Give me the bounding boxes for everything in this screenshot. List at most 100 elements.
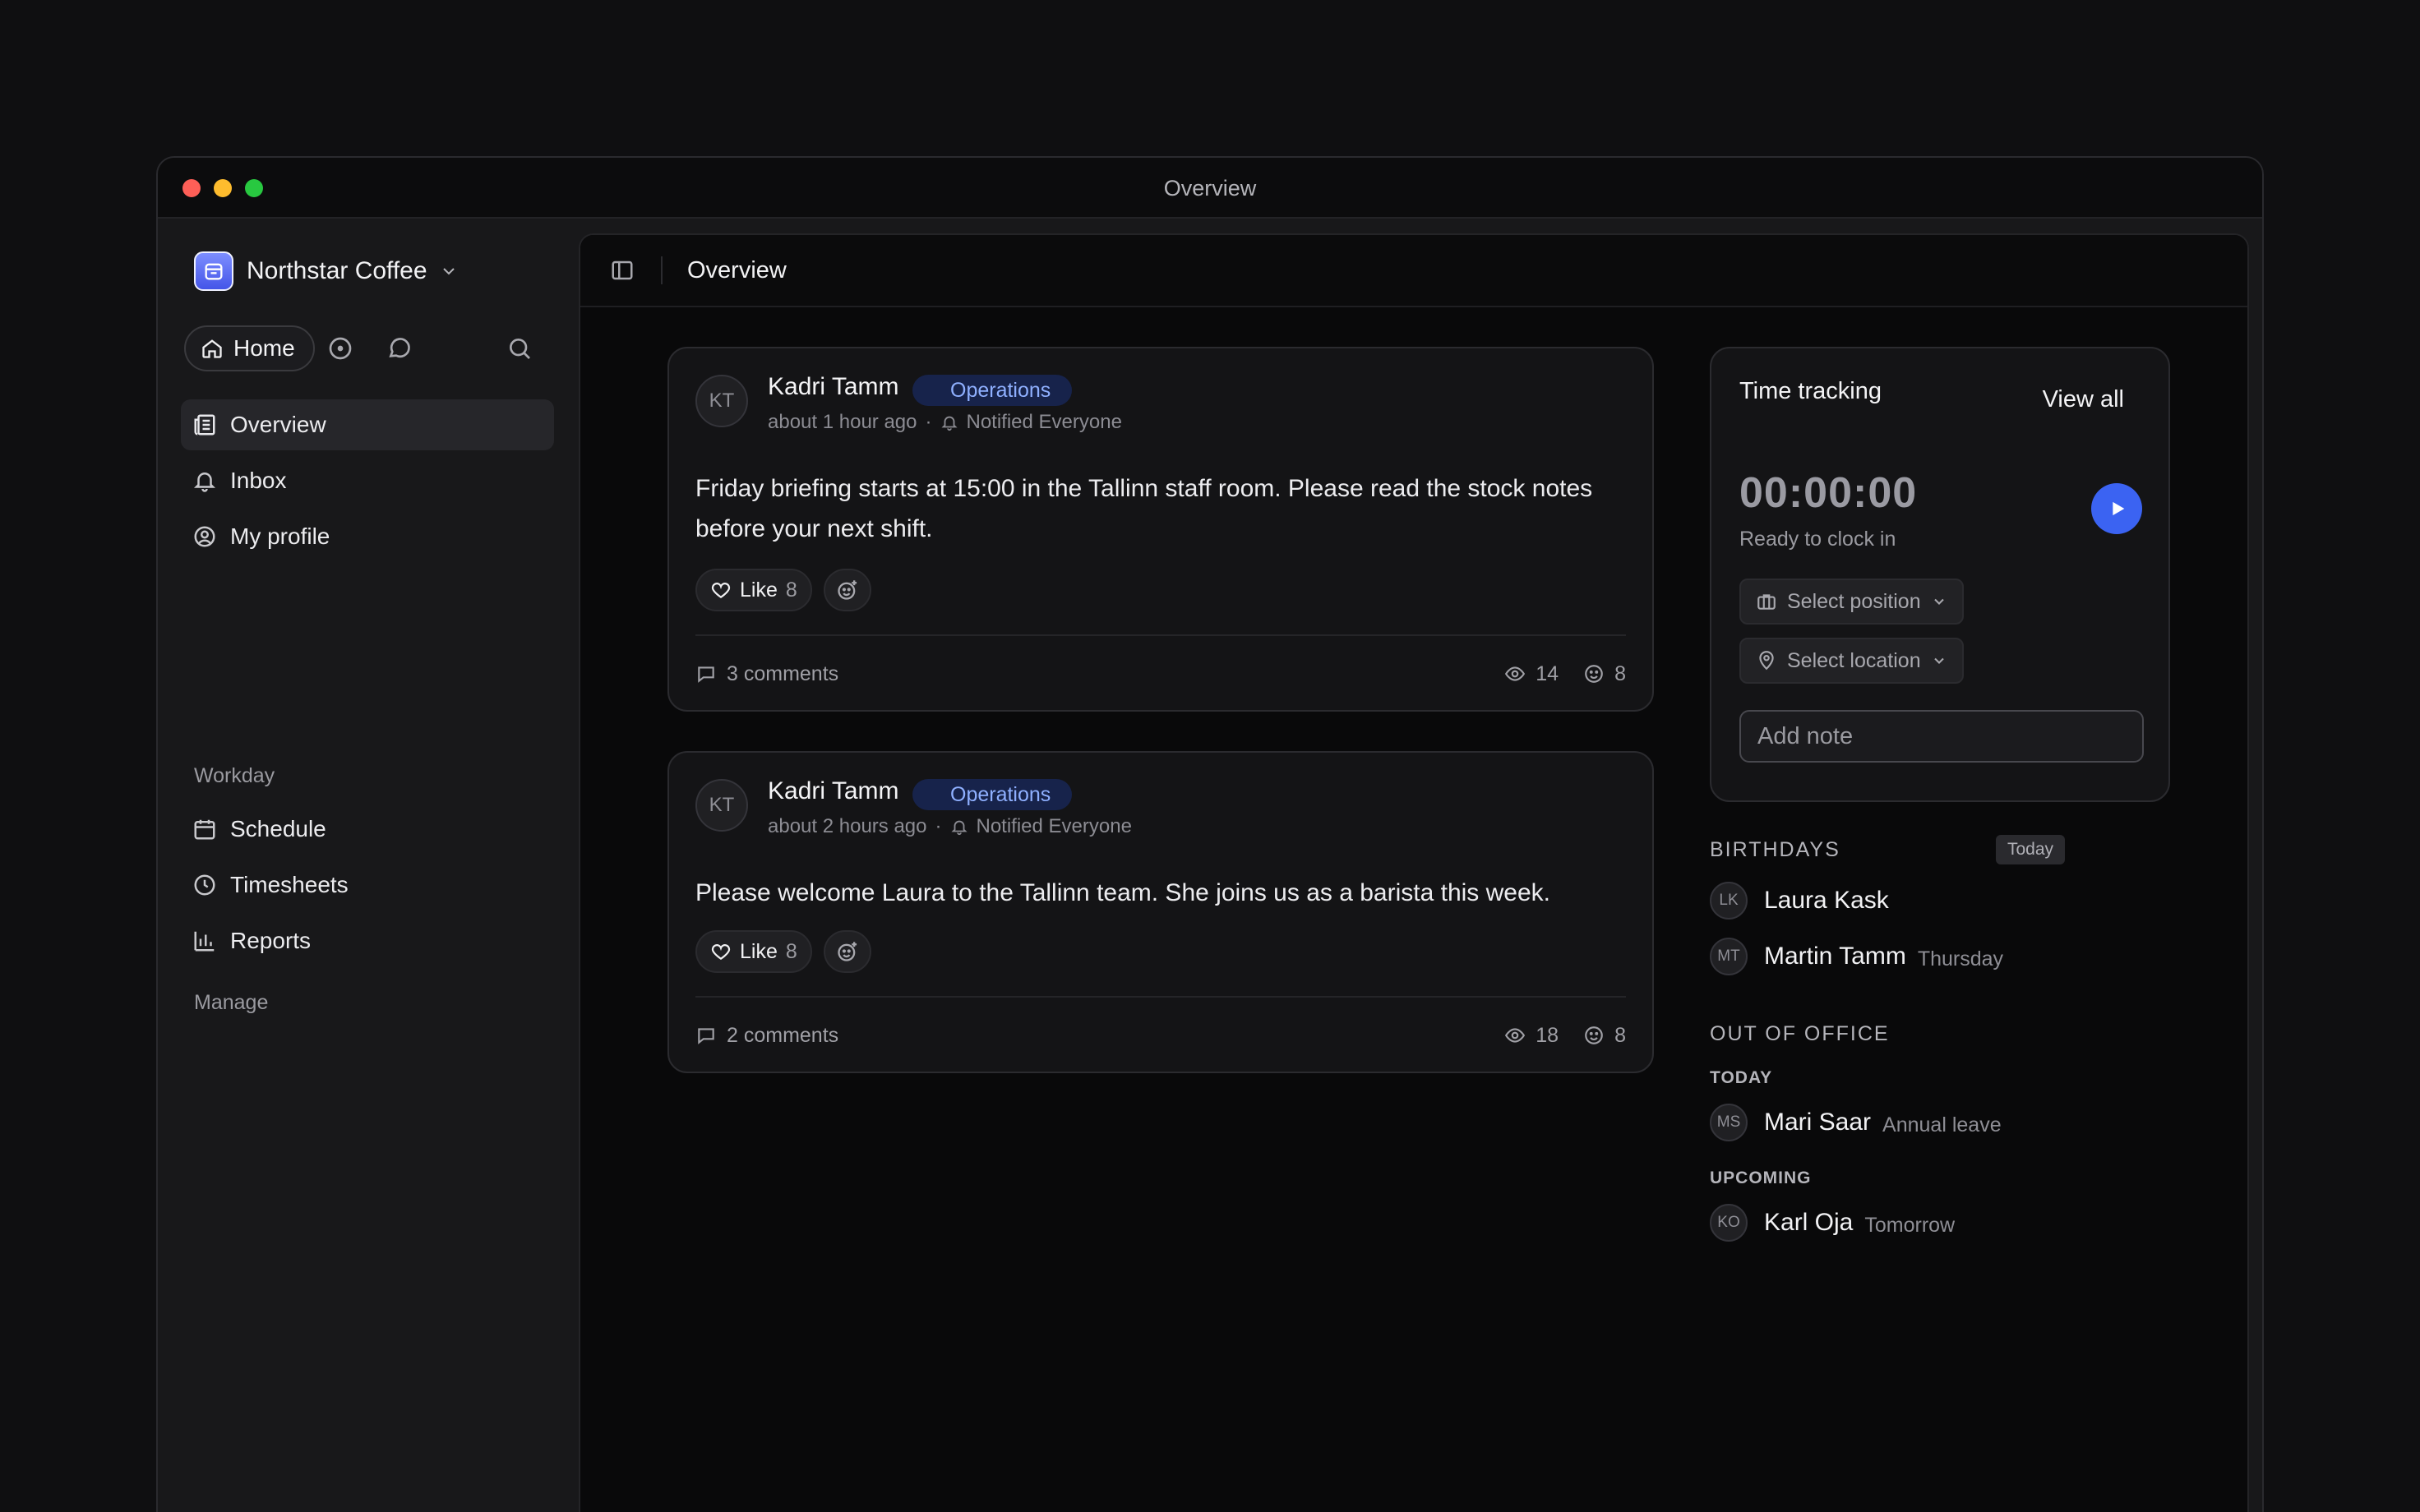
messages-button[interactable]	[386, 335, 413, 362]
post-meta: about 2 hours ago · Notified Everyone	[768, 815, 1132, 838]
avatar: KO	[1710, 1204, 1748, 1242]
view-all-link[interactable]: View all	[2043, 386, 2124, 413]
post-divider	[695, 634, 1626, 636]
position-select[interactable]: Select position	[1739, 579, 1964, 625]
location-select[interactable]: Select location	[1739, 638, 1964, 684]
sidebar-item-timesheets[interactable]: Timesheets	[181, 860, 554, 910]
post-notified: Notified Everyone	[976, 815, 1132, 837]
main-nav: Overview Inbox My profile	[181, 399, 554, 567]
page-title: Overview	[687, 257, 787, 284]
feed-post: KT Kadri Tamm Operations about 2 hours a…	[667, 751, 1654, 1073]
sidebar-toggle-icon	[612, 260, 633, 280]
sidebar-item-label: Inbox	[230, 468, 287, 493]
sidebar-item-reports[interactable]: Reports	[181, 915, 554, 966]
avatar: MS	[1710, 1104, 1748, 1141]
calendar-icon	[194, 819, 215, 840]
org-switcher[interactable]: Northstar Coffee	[194, 251, 459, 291]
toggle-sidebar-button[interactable]	[610, 258, 635, 287]
add-reaction-button[interactable]	[823, 930, 871, 973]
post-notified: Notified Everyone	[966, 411, 1122, 433]
add-note-input[interactable]	[1757, 722, 2126, 750]
birthdays-heading: BIRTHDAYS	[1710, 838, 1840, 861]
like-button[interactable]: Like 8	[695, 569, 812, 611]
out-of-office-person[interactable]: KO Karl Oja Tomorrow	[1710, 1203, 1955, 1242]
smiley-plus-icon	[838, 580, 857, 600]
app-window: Overview Northstar Coffee Home Overview …	[156, 156, 2264, 1512]
note-field-wrapper	[1739, 710, 2144, 763]
today-badge: Today	[1996, 835, 2066, 864]
post-time: about 1 hour ago	[768, 411, 917, 433]
comments-link[interactable]: 2 comments	[695, 1024, 838, 1048]
search-icon	[510, 339, 530, 359]
heart-icon	[711, 583, 731, 598]
window-title: Overview	[1163, 176, 1257, 201]
search-button[interactable]	[506, 335, 533, 362]
chevron-down-icon	[439, 261, 459, 281]
sidebar-item-label: My profile	[230, 523, 330, 549]
bar-chart-icon	[194, 931, 215, 952]
clock-in-button[interactable]	[2091, 483, 2142, 534]
today-subheading: TODAY	[1710, 1068, 1773, 1087]
comment-icon	[698, 666, 714, 683]
eye-icon	[1505, 666, 1526, 681]
timer-display: 00:00:00	[1739, 469, 1918, 517]
smiley-icon	[1585, 1026, 1603, 1044]
post-footer: 2 comments 18 8	[695, 1019, 1626, 1052]
upcoming-subheading: UPCOMING	[1710, 1169, 1812, 1187]
team-tag: Operations	[912, 779, 1073, 810]
person-note: Tomorrow	[1864, 1213, 1956, 1237]
home-button[interactable]: Home	[184, 325, 315, 371]
time-tracking-title: Time tracking	[1739, 378, 1882, 404]
manage-section-label: Manage	[194, 991, 269, 1014]
team-tag: Operations	[912, 375, 1073, 406]
post-author[interactable]: Kadri Tamm	[768, 373, 899, 401]
post-body: Please welcome Laura to the Tallinn team…	[695, 879, 1551, 906]
sidebar-item-schedule[interactable]: Schedule	[181, 804, 554, 855]
org-name: Northstar Coffee	[247, 257, 427, 284]
activity-button[interactable]	[327, 335, 353, 362]
main-header: Overview	[580, 235, 2247, 307]
position-select-value: Select position	[1787, 589, 1921, 613]
meta-separator: ·	[935, 815, 942, 837]
sidebar-item-inbox[interactable]: Inbox	[181, 455, 554, 506]
time-tracking-card: Time tracking View all 00:00:00 Ready to…	[1710, 347, 2170, 802]
like-button[interactable]: Like 8	[695, 930, 812, 973]
person-name: Karl Oja	[1764, 1209, 1854, 1236]
chevron-down-icon	[1933, 598, 1944, 605]
post-stats: 18 8	[1504, 1024, 1626, 1048]
add-reaction-button[interactable]	[823, 569, 871, 611]
sidebar: Northstar Coffee Home Overview Inbox My …	[158, 220, 577, 1512]
person-name: Martin Tamm	[1764, 943, 1906, 970]
sidebar-item-overview[interactable]: Overview	[181, 399, 554, 450]
comments-count: 2 comments	[727, 1023, 839, 1047]
chat-bubble-icon	[389, 338, 410, 358]
home-icon	[202, 339, 222, 358]
like-label: Like	[740, 578, 778, 602]
avatar[interactable]: KT	[695, 779, 748, 832]
top-nav: Home	[184, 325, 546, 371]
smiley-icon	[1585, 665, 1603, 683]
avatar[interactable]: KT	[695, 375, 748, 427]
birthday-person[interactable]: LK Laura Kask	[1710, 881, 1889, 920]
person-note: Annual leave	[1882, 1113, 2002, 1136]
like-label: Like	[740, 939, 778, 963]
post-stats: 14 8	[1504, 662, 1626, 686]
comments-link[interactable]: 3 comments	[695, 662, 838, 686]
like-count: 8	[785, 578, 797, 602]
post-footer: 3 comments 14 8	[695, 657, 1626, 690]
birthday-person[interactable]: MT Martin Tamm Thursday	[1710, 937, 2003, 976]
circle-dot-icon	[329, 337, 352, 360]
sidebar-item-my-profile[interactable]: My profile	[181, 511, 554, 562]
sidebar-item-label: Overview	[230, 412, 326, 437]
chevron-down-icon	[1933, 657, 1944, 664]
out-of-office-person[interactable]: MS Mari Saar Annual leave	[1710, 1103, 2002, 1142]
title-bar: Overview	[158, 158, 2262, 219]
views-count: 14	[1536, 662, 1559, 685]
post-actions: Like 8	[695, 569, 871, 611]
post-body: Friday briefing starts at 15:00 in the T…	[695, 475, 1593, 542]
bell-icon	[193, 472, 216, 492]
feed-post: KT Kadri Tamm Operations about 1 hour ag…	[667, 347, 1654, 712]
post-author[interactable]: Kadri Tamm	[768, 777, 899, 805]
newspaper-icon	[194, 414, 215, 436]
eye-icon	[1505, 1028, 1526, 1043]
